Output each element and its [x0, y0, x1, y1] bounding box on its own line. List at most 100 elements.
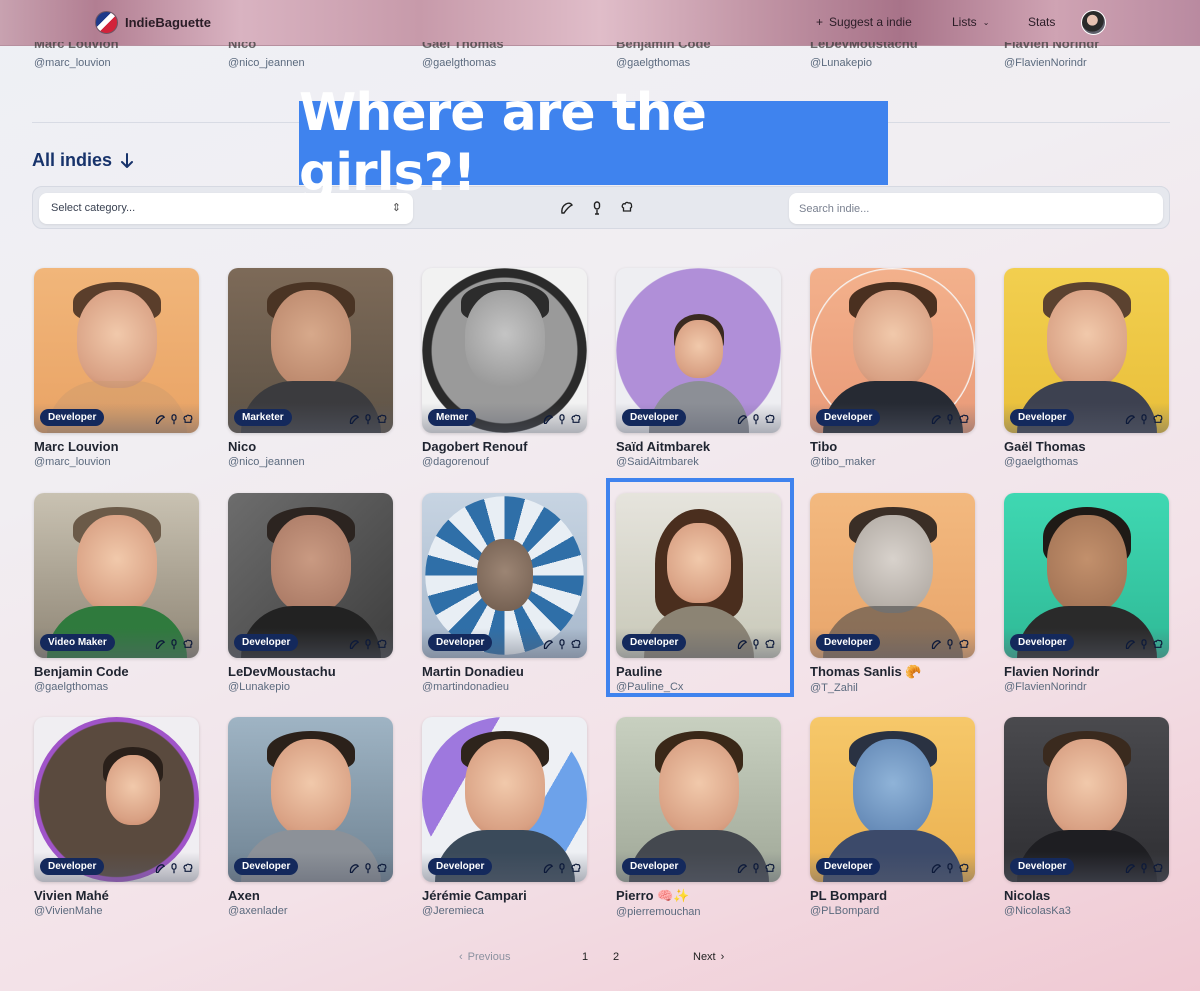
indie-card[interactable]: Video Maker Benjamin Code @gaelgthomas: [34, 493, 199, 693]
indie-handle[interactable]: @FlavienNorindr: [1004, 681, 1169, 693]
baguette-icon: [1125, 864, 1135, 873]
indie-handle[interactable]: @NicolasKa3: [1004, 905, 1169, 917]
baguette-icon: [1125, 640, 1135, 649]
previous-page-button[interactable]: ‹ Previous: [459, 951, 510, 963]
indie-card[interactable]: Developer Pierro 🧠✨ @pierremouchan: [616, 717, 781, 918]
indie-name: Pierro 🧠✨: [616, 888, 690, 903]
indie-handle[interactable]: @axenlader: [228, 905, 393, 917]
indie-handle[interactable]: @PLBompard: [810, 905, 975, 917]
strip-name: Nico: [228, 42, 257, 51]
indie-handle[interactable]: @pierremouchan: [616, 906, 781, 918]
avatar: Developer: [1004, 717, 1169, 882]
indie-handle[interactable]: @Jeremieca: [422, 905, 587, 917]
indie-card[interactable]: Memer Dagobert Renouf @dagorenouf: [422, 268, 587, 468]
indie-card[interactable]: Developer Martin Donadieu @martindonadie…: [422, 493, 587, 693]
baguette-icon: [155, 415, 165, 424]
category-icons: [349, 414, 387, 425]
chevron-down-icon: ⌄: [982, 17, 990, 27]
indie-name: Flavien Norindr: [1004, 664, 1100, 679]
indie-card[interactable]: Developer Jérémie Campari @Jeremieca: [422, 717, 587, 917]
brand-link[interactable]: IndieBaguette: [95, 11, 211, 34]
strip-handle: @marc_louvion: [34, 57, 111, 69]
indie-handle[interactable]: @marc_louvion: [34, 456, 199, 468]
indie-card[interactable]: Developer Thomas Sanlis 🥐 @T_Zahil: [810, 493, 975, 694]
indie-card[interactable]: Developer LeDevMoustachu @Lunakepio: [228, 493, 393, 693]
indie-card[interactable]: Developer Vivien Mahé @VivienMahe: [34, 717, 199, 917]
page-2-button[interactable]: 2: [613, 951, 619, 963]
indie-handle[interactable]: @VivienMahe: [34, 905, 199, 917]
plus-icon: +: [816, 15, 824, 29]
suggest-indie-link[interactable]: + Suggest a indie: [816, 15, 912, 29]
indie-card[interactable]: Developer PL Bompard @PLBompard: [810, 717, 975, 917]
microphone-icon: [1141, 639, 1147, 650]
avatar: Developer: [228, 493, 393, 658]
indie-name: Jérémie Campari: [422, 888, 527, 903]
next-page-button[interactable]: Next ›: [693, 951, 724, 963]
strip-item[interactable]: Gaël Thomas @gaelgthomas: [422, 42, 592, 69]
baguette-icon: [931, 864, 941, 873]
avatar: Developer: [810, 493, 975, 658]
category-icons: [1125, 414, 1163, 425]
microphone-icon: [947, 639, 953, 650]
microphone-icon: [559, 639, 565, 650]
microphone-filter-icon[interactable]: [592, 201, 602, 215]
role-badge: Developer: [1010, 634, 1075, 651]
strip-item[interactable]: Benjamin Code @gaelgthomas: [616, 42, 786, 69]
avatar: Developer: [810, 717, 975, 882]
indie-card[interactable]: Developer Axen @axenlader: [228, 717, 393, 917]
indie-handle[interactable]: @gaelgthomas: [1004, 456, 1169, 468]
indie-handle[interactable]: @T_Zahil: [810, 682, 975, 694]
role-badge: Developer: [622, 858, 687, 875]
role-badge: Developer: [40, 409, 105, 426]
strip-item[interactable]: Nico @nico_jeannen: [228, 42, 398, 69]
microphone-icon: [947, 863, 953, 874]
chef-hat-icon: [377, 414, 387, 423]
indie-card[interactable]: Developer Saïd Aitmbarek @SaidAitmbarek: [616, 268, 781, 468]
strip-name: LeDevMoustachu: [810, 42, 918, 51]
indie-handle[interactable]: @gaelgthomas: [34, 681, 199, 693]
indie-handle[interactable]: @nico_jeannen: [228, 456, 393, 468]
indie-card[interactable]: Marketer Nico @nico_jeannen: [228, 268, 393, 468]
category-icons: [1125, 863, 1163, 874]
strip-item[interactable]: Flavien Norindr @FlavienNorindr: [1004, 42, 1174, 69]
indie-card[interactable]: Developer Flavien Norindr @FlavienNorind…: [1004, 493, 1169, 693]
role-badge: Developer: [816, 634, 881, 651]
category-icons: [349, 863, 387, 874]
category-icons: [155, 863, 193, 874]
indie-handle[interactable]: @dagorenouf: [422, 456, 587, 468]
avatar: Developer: [422, 717, 587, 882]
filter-icon-group: [560, 201, 633, 215]
indie-handle[interactable]: @martindonadieu: [422, 681, 587, 693]
indie-card[interactable]: Developer Nicolas @NicolasKa3: [1004, 717, 1169, 917]
chef-hat-icon: [571, 639, 581, 648]
role-badge: Developer: [816, 409, 881, 426]
avatar: Developer: [616, 268, 781, 433]
microphone-icon: [559, 414, 565, 425]
indie-handle[interactable]: @SaidAitmbarek: [616, 456, 781, 468]
category-icons: [737, 863, 775, 874]
baguette-icon: [349, 864, 359, 873]
strip-item[interactable]: LeDevMoustachu @Lunakepio: [810, 42, 980, 69]
baguette-filter-icon[interactable]: [560, 201, 573, 215]
indie-card[interactable]: Developer Marc Louvion @marc_louvion: [34, 268, 199, 468]
indie-card[interactable]: Developer Tibo @tibo_maker: [810, 268, 975, 468]
role-badge: Developer: [234, 634, 299, 651]
indie-card[interactable]: Developer Gaël Thomas @gaelgthomas: [1004, 268, 1169, 468]
indie-handle[interactable]: @tibo_maker: [810, 456, 975, 468]
chef-hat-icon: [183, 863, 193, 872]
user-avatar[interactable]: [1081, 10, 1106, 35]
baguette-icon: [737, 415, 747, 424]
microphone-icon: [753, 863, 759, 874]
indie-name: PL Bompard: [810, 888, 888, 903]
microphone-icon: [171, 639, 177, 650]
page-1-button[interactable]: 1: [582, 951, 588, 963]
microphone-icon: [365, 639, 371, 650]
strip-item[interactable]: Marc Louvion @marc_louvion: [34, 42, 204, 69]
chef-hat-icon: [377, 863, 387, 872]
role-badge: Developer: [1010, 858, 1075, 875]
lists-dropdown[interactable]: Lists ⌄: [952, 15, 989, 29]
indie-handle[interactable]: @Lunakepio: [228, 681, 393, 693]
stats-link[interactable]: Stats: [1028, 15, 1055, 29]
category-icons: [931, 414, 969, 425]
chef-hat-icon: [1153, 414, 1163, 423]
